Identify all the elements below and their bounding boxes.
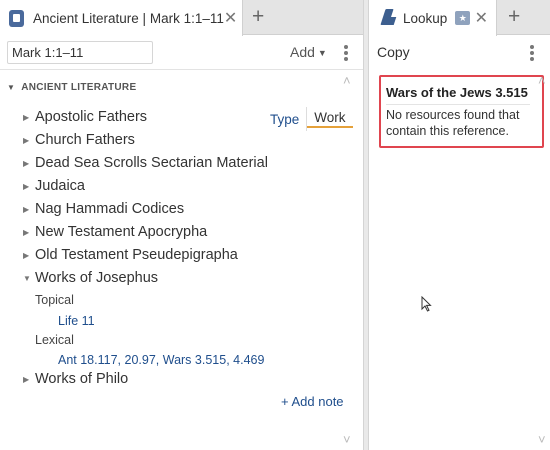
lexical-links: Ant 18.117, 20.97, Wars 3.515, 4.469 bbox=[58, 353, 265, 367]
add-dropdown-button[interactable]: Add ▼ bbox=[290, 44, 327, 60]
more-options-icon[interactable] bbox=[530, 45, 534, 63]
lexical-heading: Lexical bbox=[35, 333, 74, 347]
divider bbox=[386, 104, 530, 105]
tree-item-label: Nag Hammadi Codices bbox=[35, 201, 185, 217]
add-tab-icon[interactable]: + bbox=[508, 5, 520, 29]
add-label: Add bbox=[290, 44, 315, 60]
tree-item-label: Works of Josephus bbox=[35, 270, 159, 286]
chevron-down-icon: ▼ bbox=[317, 48, 327, 58]
collapse-arrow-icon: ▼ bbox=[23, 273, 31, 283]
reference-link[interactable]: Ant 18.117 bbox=[58, 353, 118, 367]
tree-item-label: Works of Philo bbox=[35, 371, 129, 387]
reference-link[interactable]: 20.97 bbox=[125, 353, 156, 367]
book-icon bbox=[9, 9, 24, 27]
lookup-tab[interactable]: Lookup ★ ✕ bbox=[369, 0, 497, 36]
tree-item-label: Dead Sea Scrolls Sectarian Material bbox=[35, 155, 268, 171]
scroll-down-icon[interactable]: ˅ bbox=[538, 432, 546, 447]
add-tab-icon[interactable]: + bbox=[252, 5, 264, 29]
tree-item-label: Judaica bbox=[35, 178, 85, 194]
view-option-type[interactable]: Type bbox=[263, 112, 306, 127]
result-title: Wars of the Jews 3.515 bbox=[386, 85, 528, 100]
ancient-literature-tab[interactable]: Ancient Literature | Mark 1:1–11 ✕ bbox=[0, 0, 243, 36]
left-tab-strip: Ancient Literature | Mark 1:1–11 ✕ + bbox=[0, 0, 363, 36]
tree-item-label: Church Fathers bbox=[35, 132, 135, 148]
result-message: No resources found that contain this ref… bbox=[386, 108, 520, 138]
reference-link[interactable]: 4.469 bbox=[233, 353, 264, 367]
expand-arrow-icon: ▶ bbox=[23, 374, 30, 384]
tree-item-works-of-josephus[interactable]: ▼ Works of Josephus bbox=[23, 268, 158, 288]
tree-item-nt-apocrypha[interactable]: ▶ New Testament Apocrypha bbox=[23, 222, 207, 242]
expand-arrow-icon: ▶ bbox=[23, 250, 30, 260]
view-option-work[interactable]: Work bbox=[307, 110, 353, 128]
reference-link[interactable]: Life 11 bbox=[58, 314, 95, 328]
tree-item-nag-hammadi[interactable]: ▶ Nag Hammadi Codices bbox=[23, 199, 184, 219]
tree-item-label: Old Testament Pseudepigrapha bbox=[35, 247, 238, 263]
close-icon[interactable]: ✕ bbox=[475, 8, 488, 28]
tree-item-label: New Testament Apocrypha bbox=[35, 224, 208, 240]
lookup-icon bbox=[381, 9, 395, 27]
lookup-panel: Lookup ★ ✕ + Copy Wars of the Jews 3.515… bbox=[368, 0, 550, 450]
add-note-link[interactable]: + Add note bbox=[281, 394, 344, 409]
close-icon[interactable]: ✕ bbox=[224, 8, 237, 28]
scroll-up-icon[interactable]: ˄ bbox=[538, 73, 546, 88]
copy-button[interactable]: Copy bbox=[377, 44, 410, 60]
expand-arrow-icon: ▶ bbox=[23, 204, 30, 214]
topical-heading: Topical bbox=[35, 293, 74, 307]
section-header-ancient-literature[interactable]: ▼ ANCIENT LITERATURE bbox=[7, 82, 136, 93]
left-toolbar: Add▼ bbox=[0, 36, 363, 70]
expand-arrow-icon: ▶ bbox=[23, 112, 30, 122]
star-icon[interactable]: ★ bbox=[455, 11, 471, 25]
expand-arrow-icon: ▶ bbox=[23, 135, 30, 145]
scroll-down-icon[interactable]: ˅ bbox=[343, 432, 351, 447]
tree-item-church-fathers[interactable]: ▶ Church Fathers bbox=[23, 130, 135, 150]
reference-link[interactable]: Wars 3.515 bbox=[163, 353, 226, 367]
tree-item-apostolic-fathers[interactable]: ▶ Apostolic Fathers bbox=[23, 107, 147, 127]
tree-item-label: Apostolic Fathers bbox=[35, 109, 148, 125]
tree-item-works-of-philo[interactable]: ▶ Works of Philo bbox=[23, 369, 128, 389]
expand-triangle-icon: ▼ bbox=[7, 83, 16, 92]
more-options-icon[interactable] bbox=[344, 45, 348, 63]
tree-item-ot-pseudepigrapha[interactable]: ▶ Old Testament Pseudepigrapha bbox=[23, 245, 238, 265]
expand-arrow-icon: ▶ bbox=[23, 158, 30, 168]
expand-arrow-icon: ▶ bbox=[23, 181, 30, 191]
section-title: ANCIENT LITERATURE bbox=[21, 82, 137, 93]
ancient-literature-panel: Ancient Literature | Mark 1:1–11 ✕ + Add… bbox=[0, 0, 364, 450]
topical-links: Life 11 bbox=[58, 314, 95, 328]
tree-item-judaica[interactable]: ▶ Judaica bbox=[23, 176, 85, 196]
lookup-result-card: Wars of the Jews 3.515 No resources foun… bbox=[379, 75, 544, 148]
right-tab-strip: Lookup ★ ✕ + bbox=[369, 0, 550, 36]
view-toggle: Type Work bbox=[263, 107, 353, 131]
tab-title: Lookup bbox=[403, 10, 448, 26]
scroll-up-icon[interactable]: ˄ bbox=[343, 73, 351, 88]
mouse-cursor-icon bbox=[421, 296, 432, 312]
reference-input[interactable] bbox=[7, 41, 153, 64]
expand-arrow-icon: ▶ bbox=[23, 227, 30, 237]
tab-title: Ancient Literature | Mark 1:1–11 bbox=[33, 10, 224, 26]
tree-item-dead-sea-scrolls[interactable]: ▶ Dead Sea Scrolls Sectarian Material bbox=[23, 153, 268, 173]
